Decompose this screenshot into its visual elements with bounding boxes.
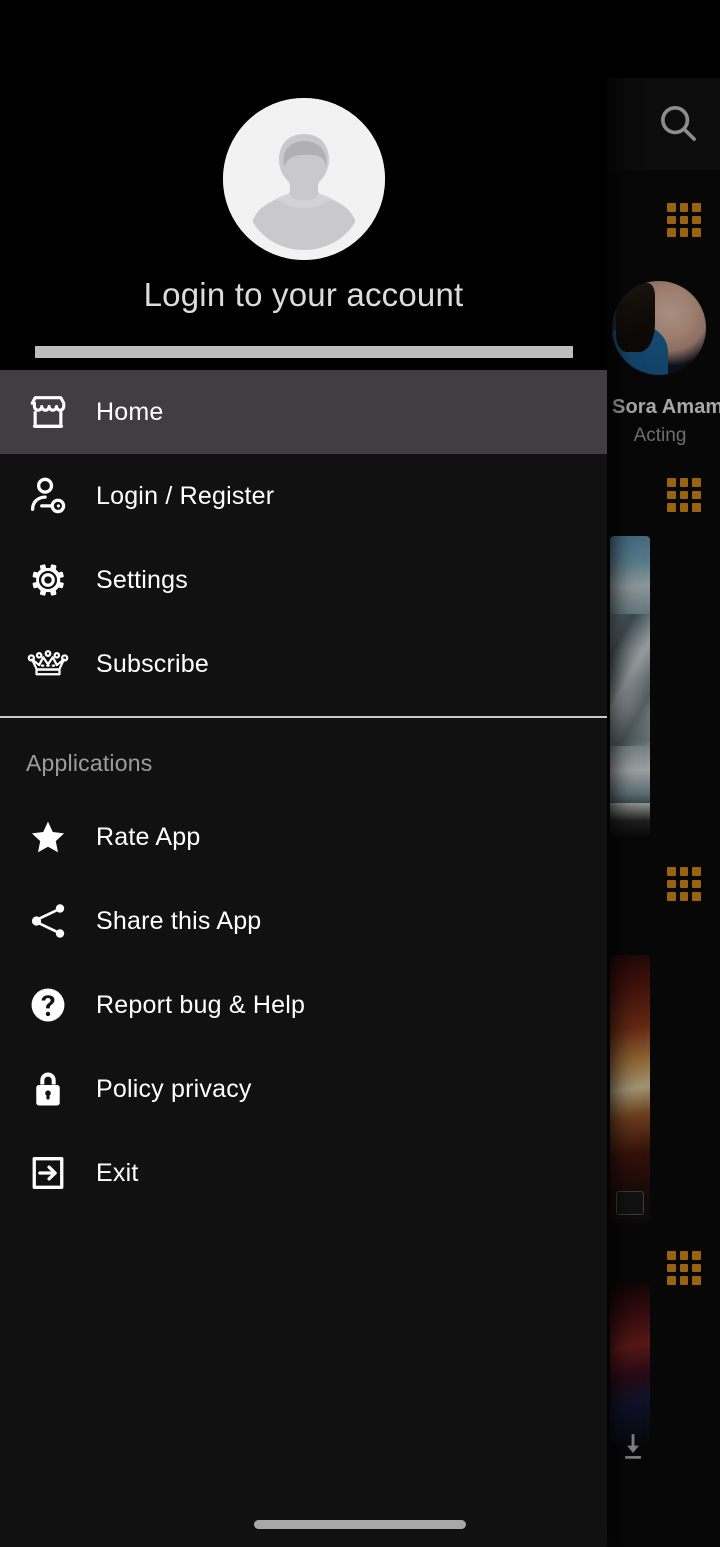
lock-icon bbox=[0, 1068, 96, 1110]
sidebar-item-settings[interactable]: Settings bbox=[0, 538, 607, 622]
section-header-applications: Applications bbox=[26, 750, 153, 776]
crown-icon bbox=[0, 641, 96, 687]
sidebar-item-rate-app[interactable]: Rate App bbox=[0, 795, 607, 879]
sidebar-item-label: Exit bbox=[96, 1158, 139, 1187]
primary-menu: Home Login / Register Settings Subscribe bbox=[0, 370, 607, 706]
header-accent-bar bbox=[35, 346, 573, 358]
sidebar-item-exit[interactable]: Exit bbox=[0, 1131, 607, 1215]
sidebar-item-label: Rate App bbox=[96, 822, 201, 851]
sidebar-item-home[interactable]: Home bbox=[0, 370, 607, 454]
sidebar-item-label: Login / Register bbox=[96, 481, 275, 510]
sidebar-item-report-bug-help[interactable]: Report bug & Help bbox=[0, 963, 607, 1047]
drawer-header: Login to your account bbox=[0, 0, 607, 370]
drawer-spacer bbox=[0, 1215, 607, 1547]
gesture-nav-pill[interactable] bbox=[254, 1520, 466, 1529]
gear-icon bbox=[0, 559, 96, 601]
page-title: Login to your account bbox=[143, 276, 464, 313]
storefront-icon bbox=[0, 390, 96, 434]
sidebar-item-label: Settings bbox=[96, 565, 188, 594]
default-account-avatar[interactable] bbox=[222, 98, 385, 260]
secondary-menu: Rate App Share this App Report bug & Hel… bbox=[0, 795, 607, 1215]
navigation-drawer: Login to your account Home Login / Regis… bbox=[0, 0, 607, 1547]
sidebar-item-subscribe[interactable]: Subscribe bbox=[0, 622, 607, 706]
sidebar-item-label: Subscribe bbox=[96, 649, 209, 678]
sidebar-item-label: Report bug & Help bbox=[96, 990, 306, 1019]
help-circle-icon bbox=[0, 984, 96, 1026]
phone-screen: Sora Amamiy Acting bbox=[0, 0, 720, 1547]
sidebar-item-policy-privacy[interactable]: Policy privacy bbox=[0, 1047, 607, 1131]
sidebar-item-label: Home bbox=[96, 397, 164, 426]
sidebar-item-label: Policy privacy bbox=[96, 1074, 252, 1103]
sidebar-item-label: Share this App bbox=[96, 906, 262, 935]
share-icon bbox=[31, 904, 65, 938]
exit-arrow-icon bbox=[0, 1151, 96, 1195]
sidebar-item-login-register[interactable]: Login / Register bbox=[0, 454, 607, 538]
account-key-icon bbox=[0, 474, 96, 518]
sidebar-item-share-app[interactable]: Share this App bbox=[0, 879, 607, 963]
star-icon bbox=[0, 815, 96, 859]
